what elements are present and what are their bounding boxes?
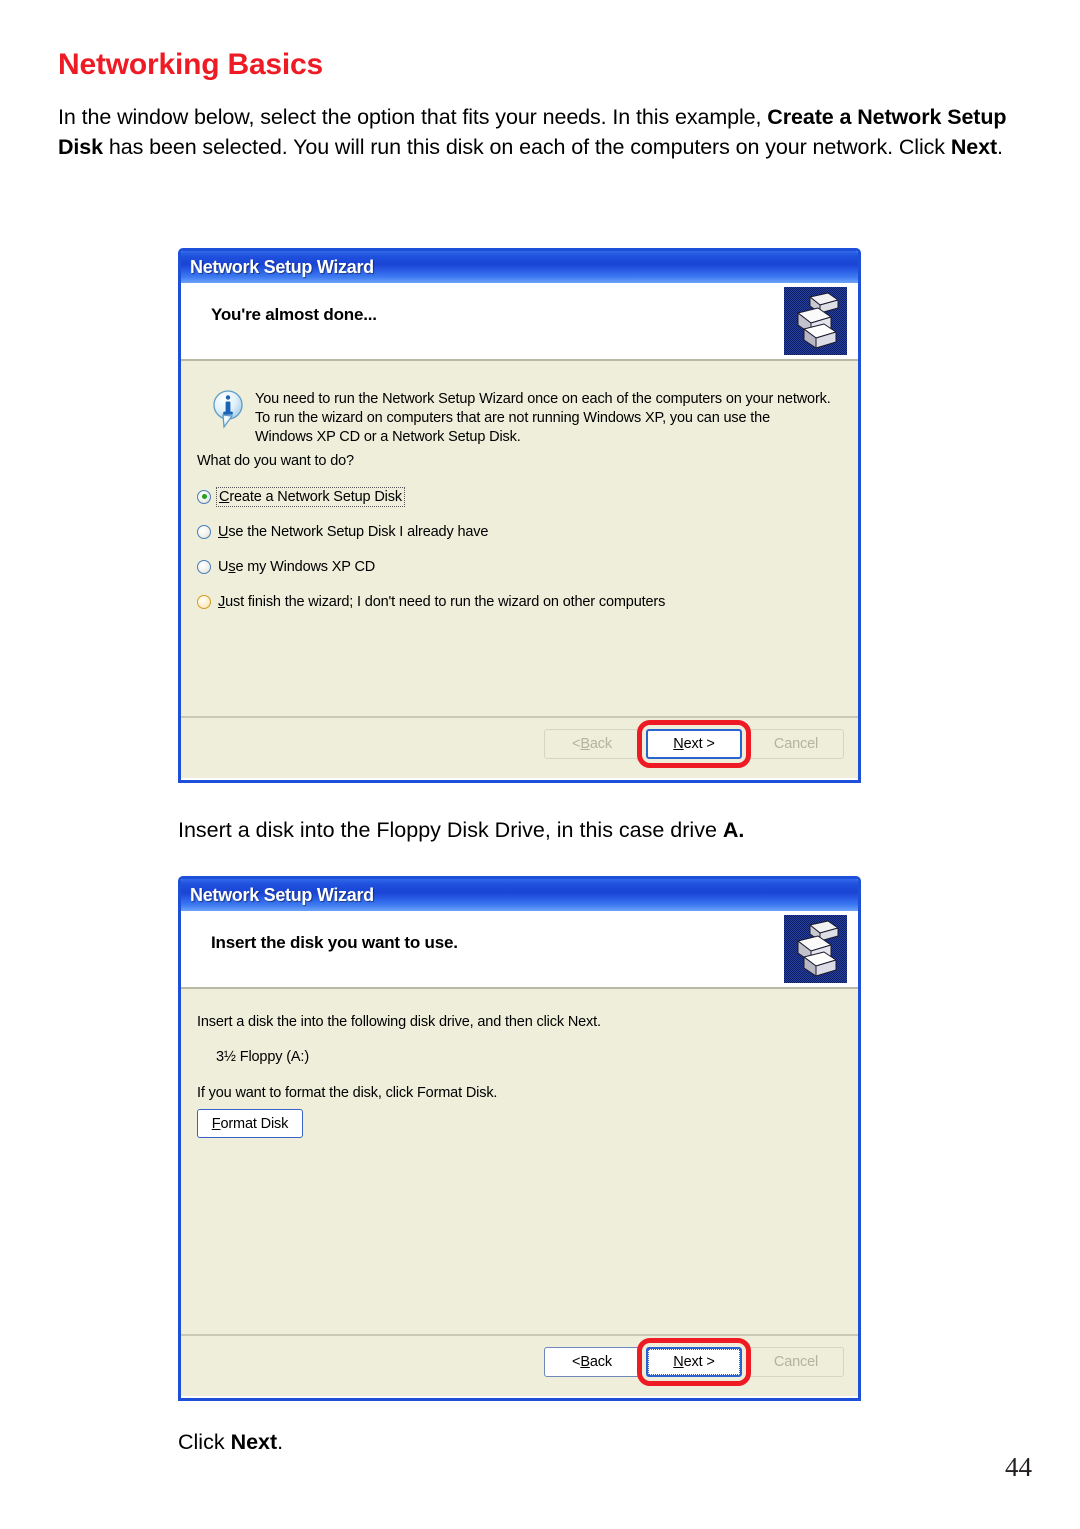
dialog2-header-band: Insert the disk you want to use. (181, 911, 858, 989)
network-setup-wizard-icon (784, 915, 847, 983)
dialog1-radio-group[interactable]: Create a Network Setup Disk Use the Netw… (197, 479, 837, 619)
bottom-paragraph: Click Next. (178, 1427, 283, 1457)
network-setup-wizard-dialog-1: Network Setup Wizard You're almost done.… (178, 248, 861, 783)
network-setup-wizard-dialog-2: Network Setup Wizard Insert the disk you… (178, 876, 861, 1401)
radio-option-create-network-setup-disk[interactable]: Create a Network Setup Disk (197, 479, 837, 514)
page-title: Networking Basics (58, 48, 324, 81)
dialog1-info-text: You need to run the Network Setup Wizard… (255, 391, 831, 445)
intro-bold-next: Next (950, 135, 998, 159)
information-balloon-icon (211, 389, 247, 429)
dialog1-content: You need to run the Network Setup Wizard… (181, 361, 858, 716)
next-button[interactable]: Next > (646, 729, 742, 759)
radio-option-use-existing-setup-disk[interactable]: Use the Network Setup Disk I already hav… (197, 514, 837, 549)
dialog1-question-label: What do you want to do? (197, 453, 354, 469)
dialog2-content: Insert a disk the into the following dis… (181, 989, 858, 1334)
floppy-drive-label: 3½ Floppy (A:) (216, 1049, 309, 1065)
radio-button-icon[interactable] (197, 524, 211, 539)
next-button-highlight-ring: Next > (637, 720, 751, 768)
middle-text-part-1: Insert a disk into the Floppy Disk Drive… (178, 818, 723, 842)
dialog2-header-title: Insert the disk you want to use. (211, 933, 458, 952)
bottom-bold-next: Next (230, 1430, 278, 1454)
cancel-button[interactable]: Cancel (748, 1347, 844, 1377)
radio-option-label: Use my Windows XP CD (218, 558, 376, 575)
radio-option-just-finish-wizard[interactable]: Just finish the wizard; I don't need to … (197, 584, 837, 619)
radio-option-use-windows-xp-cd[interactable]: Use my Windows XP CD (197, 549, 837, 584)
format-disk-button[interactable]: Format Disk (197, 1109, 303, 1138)
back-button[interactable]: < Back (544, 729, 640, 759)
dialog1-header-band: You're almost done... (181, 283, 858, 361)
dialog2-title-text: Network Setup Wizard (190, 884, 374, 905)
dialog1-button-row: < Back Next > Cancel (544, 720, 844, 768)
radio-button-icon[interactable] (197, 594, 211, 609)
format-disk-instruction: If you want to format the disk, click Fo… (197, 1085, 498, 1101)
dialog1-title-text: Network Setup Wizard (190, 256, 374, 277)
next-button-label: Next > (648, 1349, 740, 1375)
intro-paragraph: In the window below, select the option t… (58, 102, 1018, 162)
back-button[interactable]: < Back (544, 1347, 640, 1377)
intro-text-part-2: has been selected. You will run this dis… (103, 135, 951, 159)
next-button[interactable]: Next > (646, 1347, 742, 1377)
dialog1-footer: < Back Next > Cancel (181, 716, 858, 778)
page-number: 44 (1005, 1452, 1032, 1482)
radio-button-icon[interactable] (197, 559, 211, 574)
radio-option-label: Use the Network Setup Disk I already hav… (218, 523, 489, 540)
middle-paragraph: Insert a disk into the Floppy Disk Drive… (178, 815, 1038, 845)
radio-option-label: Just finish the wizard; I don't need to … (218, 593, 666, 610)
bottom-text-part-2: . (277, 1430, 284, 1454)
document-page: Networking Basics In the window below, s… (0, 0, 1080, 1529)
dialog2-footer: < Back Next > Cancel (181, 1334, 858, 1396)
format-disk-button-label: Format Disk (211, 1115, 289, 1132)
next-button-highlight-ring: Next > (637, 1338, 751, 1386)
middle-bold-drive-a: A. (722, 818, 745, 842)
intro-text-part-3: . (997, 135, 1003, 159)
network-setup-wizard-icon (784, 287, 847, 355)
radio-button-icon[interactable] (197, 489, 211, 504)
dialog1-header-title: You're almost done... (211, 305, 377, 324)
radio-option-label: Create a Network Setup Disk (216, 486, 405, 507)
bottom-text-part-1: Click (178, 1430, 231, 1454)
dialog2-titlebar: Network Setup Wizard (181, 879, 858, 911)
dialog2-button-row: < Back Next > Cancel (544, 1338, 844, 1386)
dialog1-info-block: You need to run the Network Setup Wizard… (211, 389, 831, 447)
insert-disk-instruction: Insert a disk the into the following dis… (197, 1014, 601, 1030)
intro-text-part-1: In the window below, select the option t… (58, 105, 768, 129)
dialog1-titlebar: Network Setup Wizard (181, 251, 858, 283)
cancel-button[interactable]: Cancel (748, 729, 844, 759)
